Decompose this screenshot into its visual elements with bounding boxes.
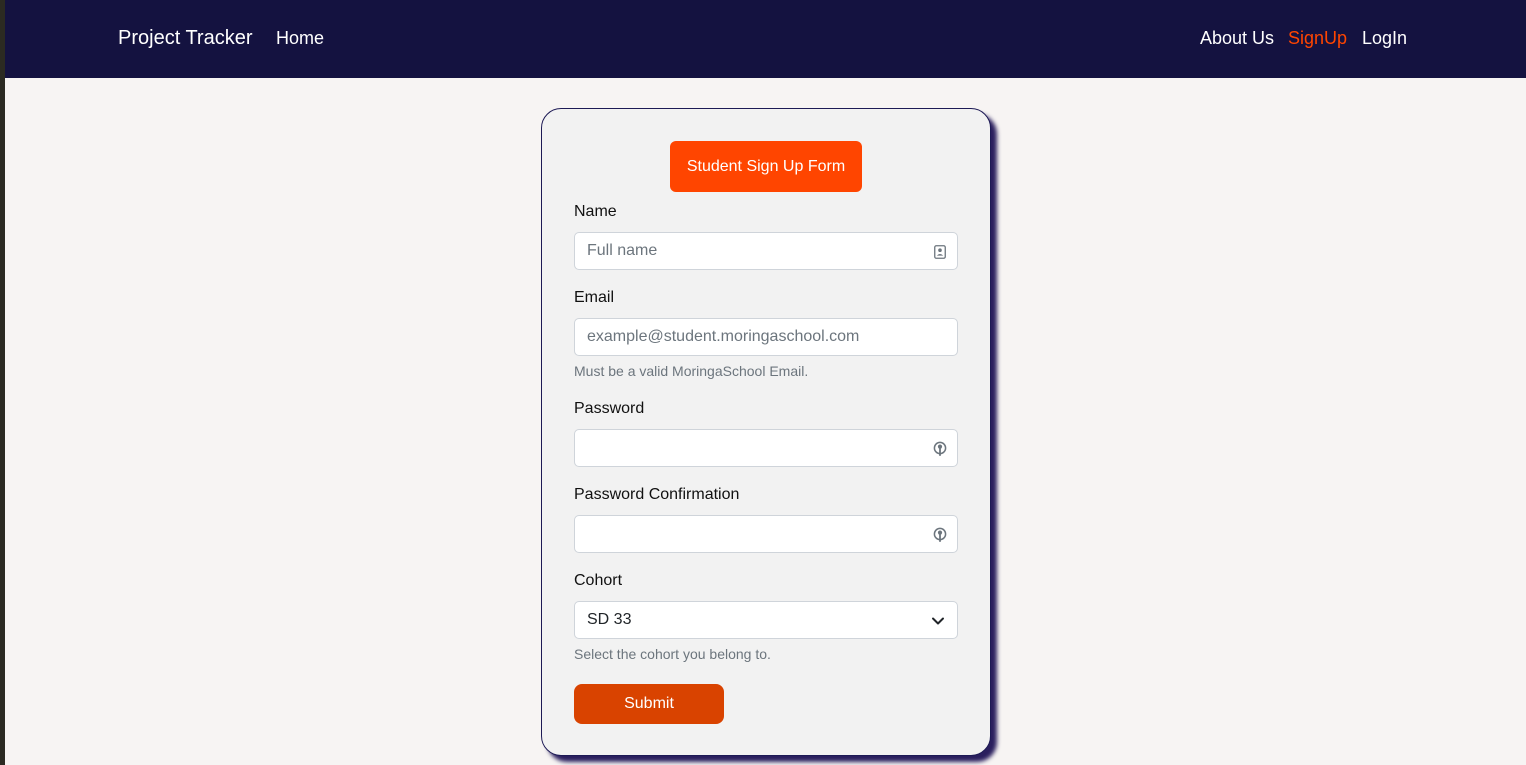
nav-home-link[interactable]: Home <box>276 28 324 49</box>
email-help-text: Must be a valid MoringaSchool Email. <box>574 363 809 379</box>
password-confirmation-field[interactable] <box>574 515 958 553</box>
email-label: Email <box>574 289 615 306</box>
signup-form-card: Student Sign Up Form Name Email Must be … <box>541 108 991 756</box>
key-icon[interactable] <box>932 441 948 457</box>
email-field[interactable] <box>574 318 958 356</box>
password-confirmation-label: Password Confirmation <box>574 486 740 503</box>
password-label: Password <box>574 400 645 417</box>
cohort-select[interactable]: SD 33 <box>574 601 958 639</box>
navbar: Project Tracker Home About Us SignUp Log… <box>5 0 1526 78</box>
name-field[interactable] <box>574 232 958 270</box>
key-icon[interactable] <box>932 527 948 543</box>
name-label: Name <box>574 203 617 220</box>
submit-button[interactable]: Submit <box>574 684 724 724</box>
cohort-selected-value: SD 33 <box>587 611 632 628</box>
cohort-label: Cohort <box>574 572 623 589</box>
window-edge <box>0 0 5 765</box>
brand-title[interactable]: Project Tracker <box>118 27 252 50</box>
nav-login-link[interactable]: LogIn <box>1362 28 1407 49</box>
chevron-down-icon <box>931 614 945 628</box>
nav-about-link[interactable]: About Us <box>1200 28 1274 49</box>
password-confirmation-input[interactable] <box>575 516 957 552</box>
form-title-badge: Student Sign Up Form <box>670 141 862 192</box>
cohort-help-text: Select the cohort you belong to. <box>574 646 771 662</box>
contact-card-icon <box>932 244 948 260</box>
email-input[interactable] <box>575 319 957 355</box>
password-input[interactable] <box>575 430 957 466</box>
name-input[interactable] <box>575 233 957 269</box>
nav-signup-link[interactable]: SignUp <box>1288 28 1347 49</box>
password-field[interactable] <box>574 429 958 467</box>
